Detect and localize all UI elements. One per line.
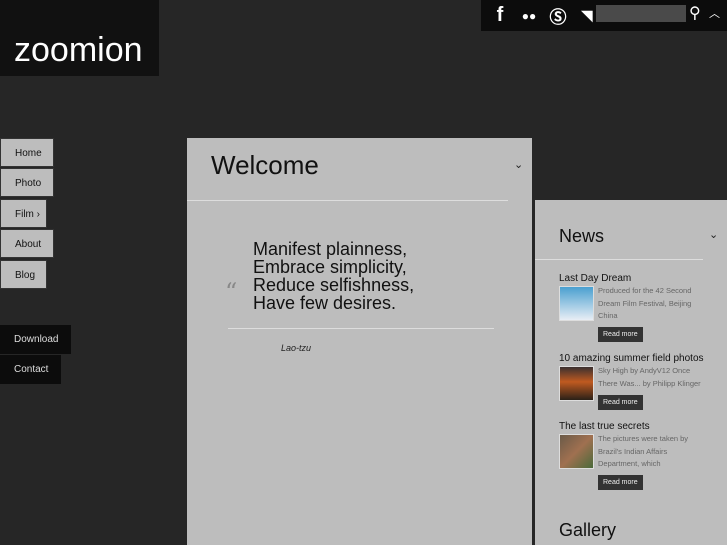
search-icon[interactable]: ⚲ — [689, 3, 701, 23]
chevron-up-icon[interactable]: ︿ — [709, 5, 720, 21]
news-item-title[interactable]: The last true secrets — [559, 421, 719, 432]
news-item: Last Day Dream Produced for the 42 Secon… — [559, 273, 719, 342]
nav-home[interactable]: Home — [0, 138, 54, 167]
nav-film[interactable]: Film › — [0, 199, 47, 228]
nav-film-label: Film — [15, 209, 34, 220]
quote-line: Manifest plainness, — [253, 239, 408, 259]
news-panel: News ⌄ Last Day Dream Produced for the 4… — [535, 200, 727, 545]
news-thumbnail[interactable] — [559, 286, 594, 321]
news-item-title[interactable]: Last Day Dream — [559, 273, 719, 284]
news-item-desc: Produced for the 42 Second Dream Film Fe… — [598, 286, 692, 320]
rss-icon[interactable]: ◥ — [578, 7, 596, 24]
nav-photo[interactable]: Photo — [0, 168, 54, 197]
welcome-title: Welcome — [211, 150, 319, 180]
quote-line: Have few desires. — [253, 293, 397, 313]
gallery-title: Gallery — [559, 520, 617, 540]
nav-blog[interactable]: Blog — [0, 260, 47, 289]
news-item-desc: Sky High by AndyV12 Once There Was... by… — [598, 366, 701, 388]
quote-line: Reduce selfishness, — [253, 275, 415, 295]
read-more-button[interactable]: Read more — [598, 327, 643, 342]
read-more-button[interactable]: Read more — [598, 395, 643, 410]
skype-icon[interactable]: Ⓢ — [549, 3, 567, 28]
facebook-icon[interactable]: f — [491, 4, 509, 27]
news-thumbnail[interactable] — [559, 366, 594, 401]
news-title: News — [559, 226, 605, 246]
nav-download[interactable]: Download — [0, 325, 71, 354]
top-bar: f ●● Ⓢ ◥ ⚲ ︿ — [481, 0, 727, 31]
chevron-right-icon: › — [36, 209, 41, 220]
quote-author: Lao-tzu — [281, 343, 312, 353]
quote-line: Embrace simplicity, — [253, 257, 407, 277]
flickr-icon[interactable]: ●● — [520, 9, 538, 23]
divider — [228, 328, 494, 329]
news-item: 10 amazing summer field photos Sky High … — [559, 353, 719, 410]
news-thumbnail[interactable] — [559, 434, 594, 469]
quote-icon: “ — [225, 278, 238, 306]
nav-contact[interactable]: Contact — [0, 355, 61, 384]
site-logo[interactable]: zoomion — [0, 0, 159, 76]
chevron-down-icon[interactable]: ⌄ — [514, 158, 523, 171]
search-input[interactable] — [596, 5, 686, 22]
read-more-button[interactable]: Read more — [598, 475, 643, 490]
chevron-down-icon[interactable]: ⌄ — [709, 228, 718, 241]
welcome-panel: Welcome ⌄ “ Manifest plainness, Embrace … — [187, 138, 532, 545]
news-item: The last true secrets The pictures were … — [559, 421, 719, 490]
news-item-title[interactable]: 10 amazing summer field photos — [559, 353, 719, 364]
divider — [187, 200, 508, 201]
quote: Manifest plainness, Embrace simplicity, … — [253, 240, 414, 312]
divider — [535, 259, 703, 260]
nav-about[interactable]: About — [0, 229, 54, 258]
news-item-desc: The pictures were taken by Brazil's Indi… — [598, 434, 689, 468]
